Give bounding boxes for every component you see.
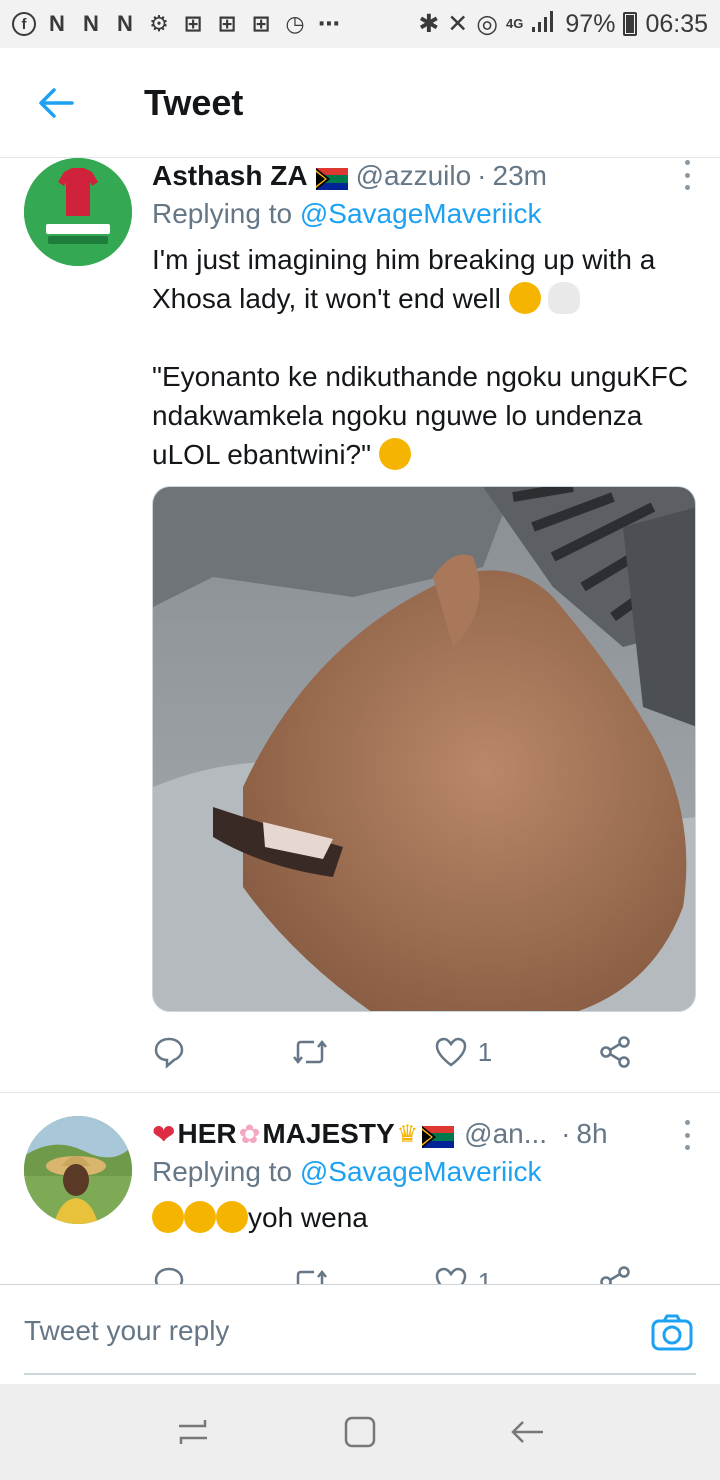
tweet-actions: 1 xyxy=(152,1262,632,1284)
crying-face-emoji-icon xyxy=(184,1201,216,1233)
bluetooth-icon: ✱ xyxy=(418,10,440,38)
page-title: Tweet xyxy=(144,81,244,123)
retweet-button[interactable] xyxy=(292,1037,328,1067)
alarm-icon: ⚙ xyxy=(149,11,169,36)
south-africa-flag-icon xyxy=(422,1123,455,1148)
crying-face-emoji-icon xyxy=(152,1201,184,1233)
reply-composer: Tweet your reply xyxy=(0,1284,720,1384)
jersey-avatar-image xyxy=(24,158,132,266)
cart-icon: ⊞ xyxy=(251,11,271,36)
tweet-header: Asthash ZA @azzuilo · 23m xyxy=(152,158,696,194)
heart-icon xyxy=(435,1037,466,1067)
separator: · xyxy=(561,1118,571,1149)
whatsapp-icon: ◷ xyxy=(285,11,305,36)
tweet-actions: 1 xyxy=(152,1032,632,1072)
input-underline xyxy=(24,1373,696,1375)
replying-to: Replying to @SavageMaveriick xyxy=(152,1156,696,1192)
mention-link[interactable]: @SavageMaveriick xyxy=(300,198,542,229)
news-icon: N xyxy=(83,11,99,36)
home-button[interactable] xyxy=(340,1412,380,1452)
cart-icon: ⊞ xyxy=(183,11,203,36)
cart-icon: ⊞ xyxy=(217,11,237,36)
crying-face-emoji-icon xyxy=(216,1201,248,1233)
more-notifications-icon: ⋯ xyxy=(318,11,340,36)
reply-button[interactable] xyxy=(152,1035,186,1069)
like-button[interactable]: 1 xyxy=(434,1036,492,1068)
display-name[interactable]: HER xyxy=(177,1118,236,1150)
timestamp[interactable]: 8h xyxy=(576,1118,607,1150)
profile-photo-image xyxy=(24,1116,132,1224)
battery-percent: 97% xyxy=(565,9,616,38)
display-name[interactable]: MAJESTY xyxy=(262,1118,394,1150)
tweet[interactable]: ❤ HER ✿ MAJESTY ♛ @an... · 8h Replying t… xyxy=(0,1116,720,1284)
share-button[interactable] xyxy=(598,1265,632,1284)
system-navigation-bar xyxy=(0,1384,720,1480)
tweet-text: yoh wena xyxy=(152,1198,696,1237)
like-count: 1 xyxy=(477,1266,493,1285)
tweet-media-gif[interactable] xyxy=(152,486,696,1012)
reply-icon xyxy=(154,1037,184,1069)
avatar[interactable] xyxy=(24,158,132,266)
user-handle[interactable]: @azzuilo xyxy=(356,160,472,192)
like-count: 1 xyxy=(477,1036,493,1067)
facebook-icon: f xyxy=(12,12,36,36)
signal-icon xyxy=(531,9,557,40)
recent-apps-button[interactable] xyxy=(173,1412,213,1452)
tweet-text-part: yoh wena xyxy=(248,1202,368,1233)
display-name[interactable]: Asthash ZA xyxy=(152,160,308,192)
avatar[interactable] xyxy=(24,1116,132,1224)
back-button[interactable] xyxy=(28,75,84,131)
tweet-text-part: I'm just imagining him breaking up with … xyxy=(152,244,664,314)
back-nav-button[interactable] xyxy=(507,1412,547,1452)
mention-link[interactable]: @SavageMaveriick xyxy=(300,1156,542,1187)
home-icon xyxy=(344,1416,376,1448)
reply-input[interactable]: Tweet your reply xyxy=(24,1315,229,1347)
clock: 06:35 xyxy=(645,9,708,38)
battery-icon xyxy=(623,12,638,36)
mute-icon: ✕ xyxy=(447,10,469,38)
tweet-header: ❤ HER ✿ MAJESTY ♛ @an... · 8h xyxy=(152,1116,696,1152)
share-icon xyxy=(600,1036,630,1068)
replying-to-label: Replying to xyxy=(152,198,300,229)
reply-icon xyxy=(154,1267,184,1284)
south-africa-flag-icon xyxy=(315,165,348,190)
back-arrow-icon xyxy=(39,87,74,118)
tweet-text-part: "Eyonanto ke ndikuthande ngoku unguKFC n… xyxy=(152,361,696,470)
recent-apps-icon xyxy=(179,1420,208,1444)
retweet-button[interactable] xyxy=(292,1267,328,1284)
crown-emoji-icon: ♛ xyxy=(396,1120,419,1148)
hand-over-mouth-emoji-icon xyxy=(378,438,411,470)
tweet-text: I'm just imagining him breaking up with … xyxy=(152,240,696,474)
camera-icon xyxy=(651,1314,693,1351)
status-bar: f N N N ⚙ ⊞ ⊞ ⊞ ◷ ⋯ ✱ ✕ ◎ 4G 97% 06:35 xyxy=(0,0,720,48)
timestamp[interactable]: 23m xyxy=(493,160,547,192)
share-icon xyxy=(600,1266,630,1284)
top-app-bar: Tweet xyxy=(0,48,720,158)
heart-icon xyxy=(435,1267,466,1284)
replying-to: Replying to @SavageMaveriick xyxy=(152,198,696,234)
replying-to-label: Replying to xyxy=(152,1156,300,1187)
tweet-divider xyxy=(0,1092,720,1093)
user-handle[interactable]: @an... xyxy=(464,1118,547,1150)
crying-face-emoji-icon xyxy=(508,282,541,314)
yawning-dog-image xyxy=(153,487,695,1011)
share-button[interactable] xyxy=(598,1035,632,1069)
retweet-icon xyxy=(292,1039,327,1065)
skull-emoji-icon xyxy=(548,282,581,314)
network-type: 4G xyxy=(506,16,524,31)
separator: · xyxy=(477,160,487,191)
camera-button[interactable] xyxy=(650,1311,694,1355)
news-icon: N xyxy=(49,11,65,36)
red-heart-emoji-icon: ❤ xyxy=(152,1118,176,1150)
back-nav-icon xyxy=(510,1421,543,1443)
alarm-clock-icon: ◎ xyxy=(476,10,499,38)
reply-button[interactable] xyxy=(152,1265,186,1284)
system-status: ✱ ✕ ◎ 4G 97% 06:35 xyxy=(418,9,708,40)
retweet-icon xyxy=(296,1269,327,1284)
notification-icons: f N N N ⚙ ⊞ ⊞ ⊞ ◷ ⋯ xyxy=(12,11,342,37)
news-icon: N xyxy=(117,11,133,36)
cherry-blossom-emoji-icon: ✿ xyxy=(238,1118,261,1149)
like-button[interactable]: 1 xyxy=(434,1266,492,1284)
